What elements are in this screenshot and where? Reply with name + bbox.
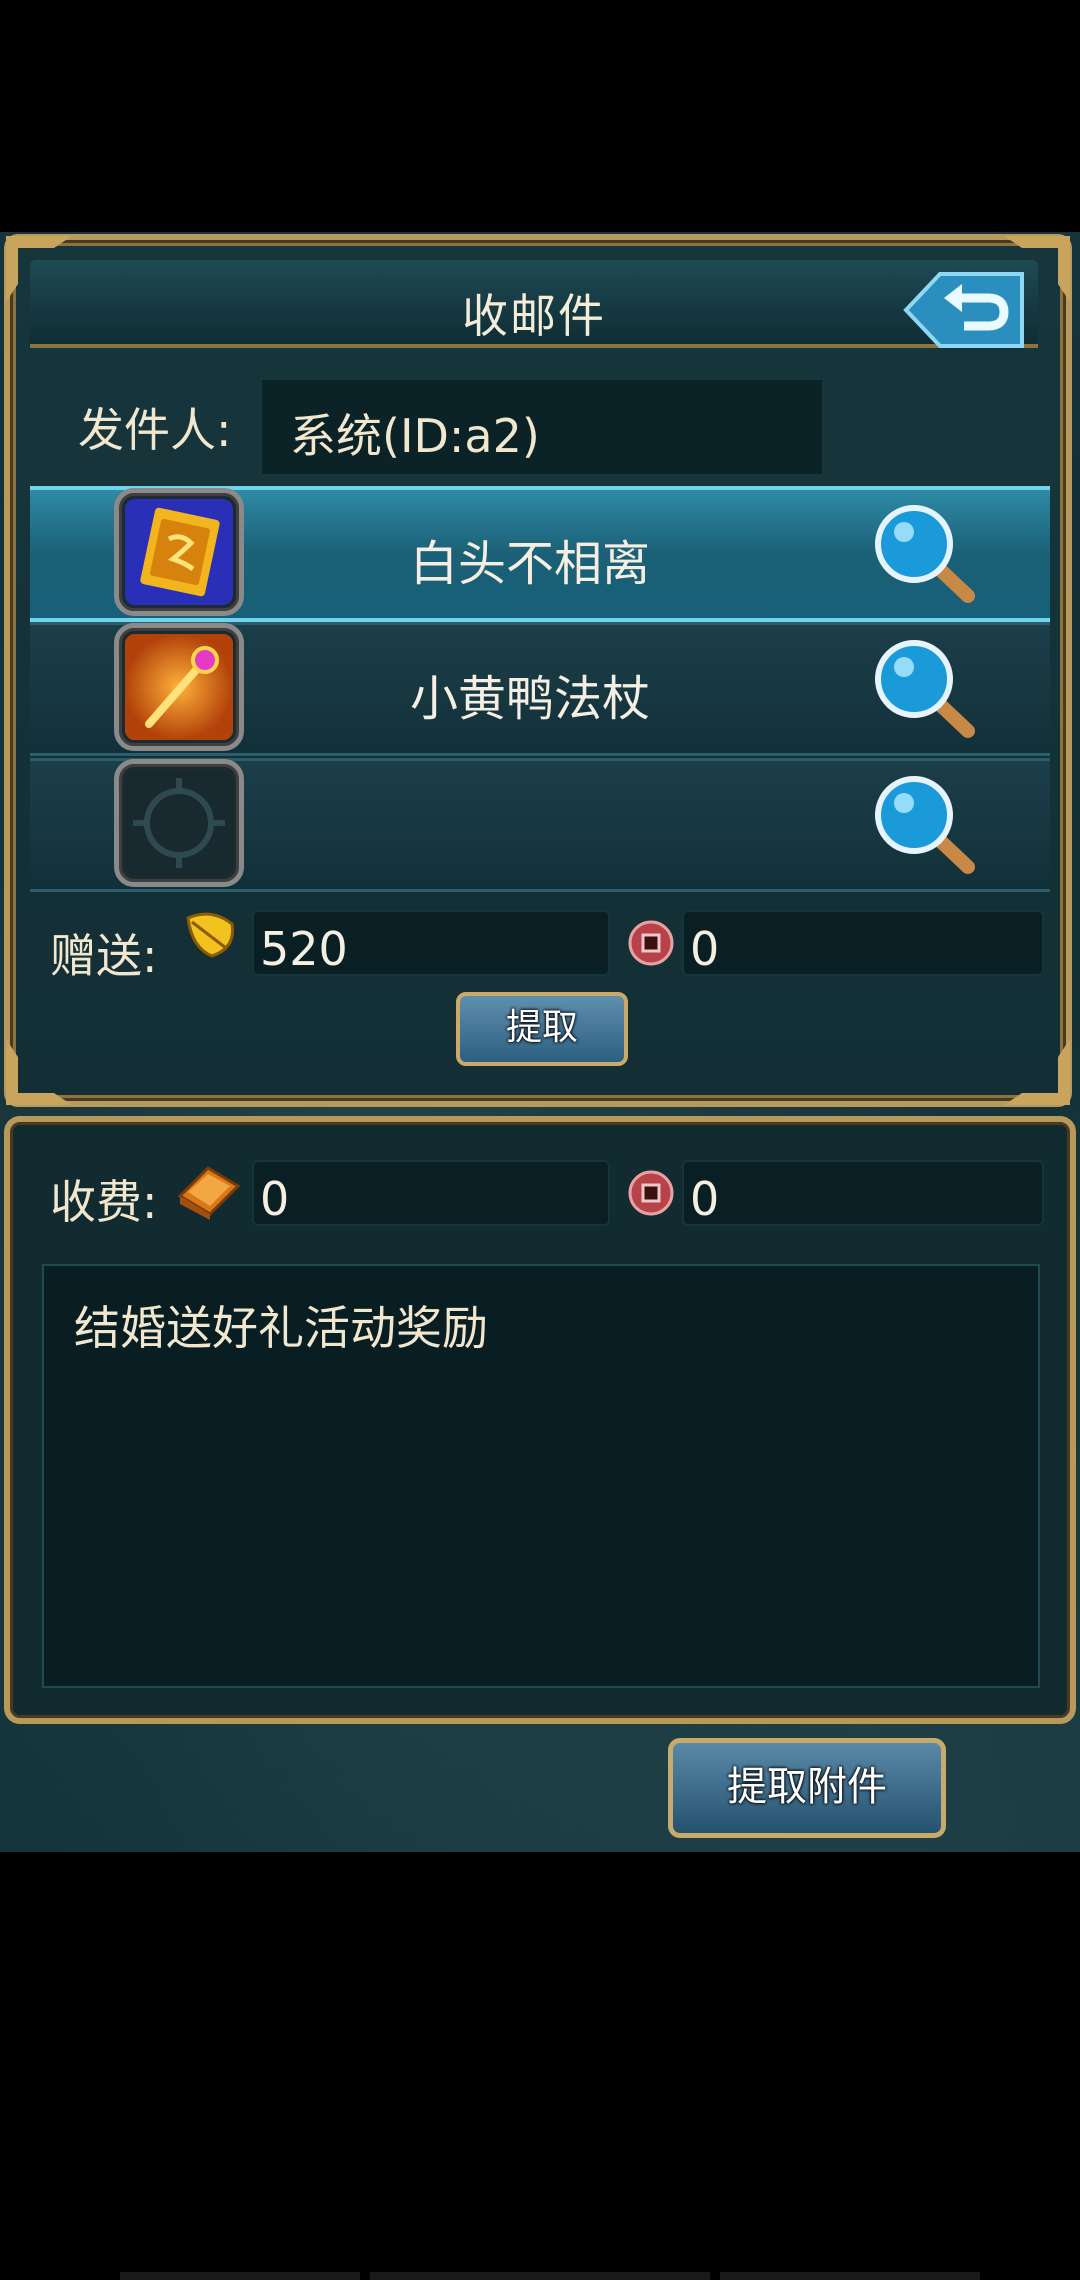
attachment-name: 小黄鸭法杖: [409, 671, 650, 727]
page-title: 收邮件: [462, 289, 606, 343]
message-text: 结婚送好礼活动奖励: [74, 1301, 488, 1355]
attachment-row[interactable]: 白头不相离: [30, 486, 1050, 622]
magnifier-icon[interactable]: [870, 775, 980, 875]
item-slot[interactable]: [114, 623, 244, 751]
gold-ingot-icon: [177, 1166, 241, 1220]
empty-slot-icon: [125, 770, 233, 876]
staff-icon: [125, 634, 233, 740]
item-slot[interactable]: [114, 759, 244, 887]
corner-ornament-icon: [1002, 1037, 1072, 1107]
fee-label: 收费:: [50, 1175, 158, 1229]
panel-header: 收邮件: [30, 260, 1038, 348]
copper-coin-icon: [628, 920, 674, 966]
card-icon: [125, 499, 233, 605]
sender-label: 发件人:: [78, 403, 232, 457]
fee-coin-amount: 0: [690, 1172, 720, 1226]
tab-edge: [120, 2272, 360, 2280]
magnifier-icon[interactable]: [870, 504, 980, 604]
mail-screen: 收邮件 发件人: 系统(ID:a2) 白头不相离 小黄鸭法杖 赠送: 520 0…: [0, 232, 1080, 1852]
fee-row: 收费: 0 0: [30, 1152, 1050, 1232]
fee-amount: 0: [260, 1172, 290, 1226]
bottom-tabs-edge: [120, 2272, 980, 2280]
sender-field: 系统(ID:a2): [260, 378, 824, 476]
fee-amount-field: 0: [252, 1160, 610, 1226]
gift-coin-field: 0: [682, 910, 1044, 976]
tab-edge: [720, 2272, 980, 2280]
gold-leaf-icon: [186, 912, 235, 958]
magnifier-icon[interactable]: [870, 639, 980, 739]
take-attachment-button[interactable]: 提取附件: [668, 1738, 946, 1838]
item-slot[interactable]: [114, 488, 244, 616]
take-button[interactable]: 提取: [456, 992, 628, 1066]
message-body: 结婚送好礼活动奖励: [42, 1264, 1040, 1688]
attachment-row[interactable]: 小黄鸭法杖: [30, 622, 1050, 756]
back-arrow-icon: [903, 272, 1024, 348]
gift-amount-field: 520: [252, 910, 610, 976]
gift-label: 赠送:: [50, 929, 158, 983]
attachment-row[interactable]: [30, 758, 1050, 892]
back-button[interactable]: [888, 268, 1028, 352]
tab-edge: [370, 2272, 710, 2280]
gift-amount: 520: [260, 922, 348, 976]
copper-coin-icon: [628, 1170, 674, 1216]
fee-coin-field: 0: [682, 1160, 1044, 1226]
attachment-name: 白头不相离: [409, 536, 650, 592]
gift-coin-amount: 0: [690, 922, 720, 976]
sender-value: 系统(ID:a2): [290, 409, 540, 463]
gift-row: 赠送: 520 0: [30, 902, 1050, 983]
corner-ornament-icon: [4, 1037, 74, 1107]
sender-row: 发件人: 系统(ID:a2): [30, 372, 1030, 476]
